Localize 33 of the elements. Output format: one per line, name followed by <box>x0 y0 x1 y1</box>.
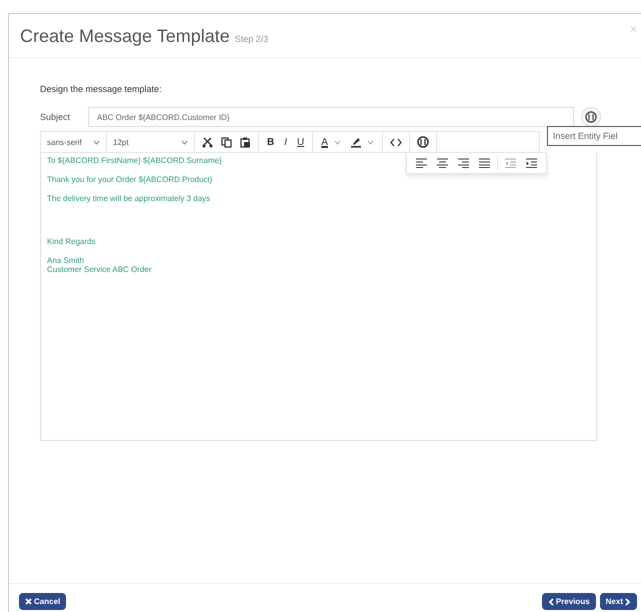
message-editor[interactable]: To ${ABCORD.FirstName} ${ABCORD.Surname} Thank you for your Order ${ABCORD.Product} The delivery time will be approximately 3 days Kind Regards Ana Smith Customer Service ABC Order <box>40 153 597 441</box>
caret-icon <box>181 140 188 144</box>
message-text: Kind Regards <box>47 237 96 246</box>
font-select[interactable]: sans-serif <box>41 132 107 152</box>
close-icon <box>25 598 32 605</box>
previous-button[interactable]: Previous <box>542 593 596 610</box>
dialog-title: Create Message Template <box>20 26 230 47</box>
indent-icon[interactable] <box>523 156 540 170</box>
message-text: To ${ABCORD.FirstName} ${ABCORD.Surname} <box>47 156 222 165</box>
chevron-right-icon <box>625 598 631 606</box>
message-text: Thank you for your Order ${ABCORD.Product} <box>47 175 212 184</box>
subject-label: Subject <box>40 112 72 122</box>
message-text: Customer Service ABC Order <box>47 265 152 274</box>
font-color-button[interactable]: A <box>317 136 332 148</box>
chevron-left-icon <box>548 598 554 606</box>
insert-field-button[interactable] <box>581 107 601 127</box>
format-button[interactable]: I <box>280 136 292 148</box>
justify-icon[interactable] <box>476 156 493 170</box>
instruction-text: Design the message template: <box>40 84 163 94</box>
step-label: Step 2/3 <box>234 34 268 44</box>
align-center-icon[interactable] <box>434 156 451 170</box>
format-button[interactable]: B <box>263 136 278 148</box>
align-left-icon[interactable] <box>413 156 430 170</box>
message-text: The delivery time will be approximately 3 days <box>47 194 210 203</box>
subject-field[interactable]: ABC Order ${ABCORD.Customer ID} <box>88 107 574 127</box>
next-button[interactable]: Next <box>600 593 637 610</box>
message-text: Ana Smith <box>47 256 84 265</box>
align-right-icon[interactable] <box>455 156 472 170</box>
tooltip: Insert Entity Fiel <box>547 126 641 146</box>
format-button[interactable]: U <box>293 136 308 148</box>
size-select[interactable]: 12pt <box>107 132 195 152</box>
caret-icon <box>93 140 100 144</box>
cancel-button[interactable]: Cancel <box>19 593 66 610</box>
